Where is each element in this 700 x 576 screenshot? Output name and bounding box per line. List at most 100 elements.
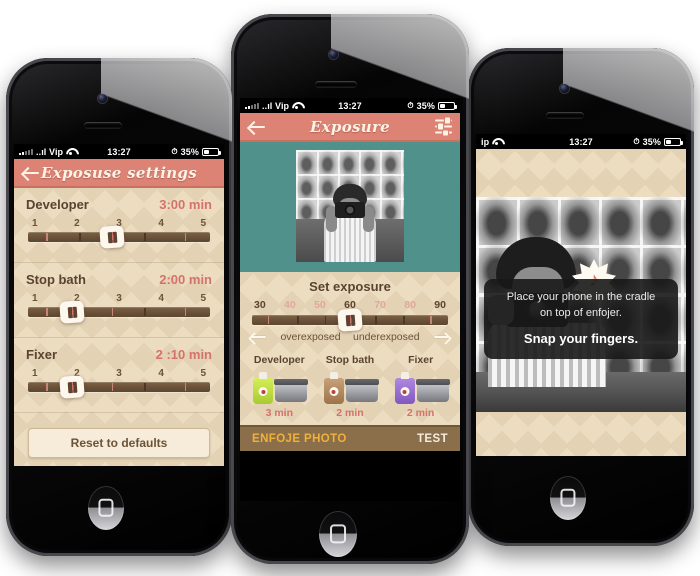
status-bar-left: ip xyxy=(481,137,569,147)
tick-label: 4 xyxy=(158,368,164,379)
exposure-tick: 90 xyxy=(434,299,446,311)
exposure-tick: 70 xyxy=(374,299,386,311)
phone-center-screen: ..ıl Vip 13:27 ⏱ 35% Exposure Set exposu… xyxy=(240,98,460,501)
arrow-right-icon[interactable] xyxy=(432,332,450,342)
setting-ticks: 1 2 3 4 5 xyxy=(32,293,206,304)
back-arrow-icon[interactable] xyxy=(23,166,41,180)
phone-center: ..ıl Vip 13:27 ⏱ 35% Exposure Set exposu… xyxy=(231,14,469,564)
arrow-left-icon[interactable] xyxy=(250,332,268,342)
phone-left-front-camera xyxy=(98,94,107,103)
tick-label: 5 xyxy=(200,368,206,379)
phone-left-home-button[interactable] xyxy=(88,486,124,530)
page-title: Exposure xyxy=(309,117,391,136)
preview-camera xyxy=(335,202,365,218)
status-bar-left: ..ıl Vip xyxy=(245,101,338,111)
phone-right: ip 13:27 ⏱ 35% Place your phone in the c… xyxy=(468,48,694,546)
fixer-bottle-icon xyxy=(391,370,451,404)
fixer-slider-track[interactable] xyxy=(28,375,210,399)
signal-bars-icon xyxy=(19,148,33,155)
setting-label: Fixer xyxy=(26,347,58,362)
set-exposure-card: Set exposure 30 40 50 60 70 80 90 overex… xyxy=(240,272,460,347)
setting-row-developer-head: Developer 3:00 min xyxy=(26,197,212,212)
setting-row-fixer-head: Fixer 2 :10 min xyxy=(26,347,212,362)
setting-row-fixer: Fixer 2 :10 min 1 2 3 4 5 xyxy=(14,338,224,413)
phone-right-screen: ip 13:27 ⏱ 35% Place your phone in the c… xyxy=(476,134,686,456)
tab-test[interactable]: TEST xyxy=(350,427,460,451)
tick-label: 5 xyxy=(200,218,206,229)
signal-bars-icon xyxy=(245,102,259,109)
exposure-slider-track[interactable] xyxy=(252,308,448,332)
tick-label: 2 xyxy=(74,218,80,229)
tick-label: 4 xyxy=(158,293,164,304)
phone-center-power-button[interactable] xyxy=(367,14,393,19)
sliders-icon[interactable] xyxy=(435,117,452,137)
wifi-icon xyxy=(492,138,501,145)
status-bar-right: ⏱ 35% xyxy=(131,146,221,157)
phone-left-power-button[interactable] xyxy=(136,58,160,62)
tick-label: 1 xyxy=(32,368,38,379)
exposure-tick: 80 xyxy=(404,299,416,311)
chemical-fixer[interactable]: Fixer 2 min xyxy=(386,354,456,419)
battery-percent-label: 35% xyxy=(180,146,199,157)
phone-right-earpiece-speaker xyxy=(546,112,584,119)
carrier-label: ip xyxy=(481,136,490,147)
camera-viewfinder[interactable]: ♪ Place your phone in the cradle on top … xyxy=(476,149,686,456)
fixer-tray-icon xyxy=(415,379,450,402)
status-bar: ..ıl Vip 13:27 ⏱ 35% xyxy=(240,98,460,113)
carrier-label: ..ıl Vip xyxy=(262,100,290,111)
battery-icon xyxy=(202,147,221,156)
back-arrow-icon[interactable] xyxy=(249,120,267,134)
setting-value: 2:00 min xyxy=(159,272,212,287)
tab-enfoje-photo[interactable]: ENFOJE PHOTO xyxy=(240,427,350,451)
tick-label: 3 xyxy=(116,293,122,304)
chemical-time: 2 min xyxy=(336,407,364,419)
stop-bath-slider-knob[interactable] xyxy=(58,300,85,324)
stop-bath-slider-track[interactable] xyxy=(28,300,210,324)
chemical-stop-bath[interactable]: Stop bath 2 min xyxy=(315,354,385,419)
developer-bottle-icon xyxy=(249,370,309,404)
battery-icon xyxy=(438,101,457,110)
setting-row-stop-bath-head: Stop bath 2:00 min xyxy=(26,272,212,287)
phone-right-home-button[interactable] xyxy=(550,476,586,520)
reset-to-defaults-button[interactable]: Reset to defaults xyxy=(28,428,210,458)
underexposed-label: underexposed xyxy=(353,331,420,343)
carrier-label: ..ıl Vip xyxy=(36,146,64,157)
center-controls-body: Set exposure 30 40 50 60 70 80 90 overex… xyxy=(240,272,460,425)
status-bar-right: ⏱ 35% xyxy=(593,136,683,147)
alarm-clock-icon: ⏱ xyxy=(407,100,414,110)
fixer-slider-knob[interactable] xyxy=(58,375,85,399)
left-navbar: Exposuse settings xyxy=(14,159,224,188)
screenshot-stage: ..ıl Vip 13:27 ⏱ 35% Exposuse settings D… xyxy=(0,0,700,576)
phone-center-home-button[interactable] xyxy=(319,511,357,557)
exposure-tick: 50 xyxy=(314,299,326,311)
setting-value: 2 :10 min xyxy=(155,347,212,362)
tick-label: 1 xyxy=(32,293,38,304)
tick-label: 5 xyxy=(200,293,206,304)
page-title: Exposuse settings xyxy=(41,163,197,182)
viewfinder-bottom-paper xyxy=(476,412,686,456)
developer-slider-track[interactable] xyxy=(28,225,210,249)
tooltip-line-2: on top of enfojer. xyxy=(540,306,622,319)
chemical-name: Developer xyxy=(253,354,305,366)
left-settings-body: Developer 3:00 min 1 2 3 4 5 Stop bath 2… xyxy=(14,188,224,466)
center-navbar: Exposure xyxy=(240,113,460,142)
chemical-name: Fixer xyxy=(408,354,434,366)
overexposed-label: overexposed xyxy=(280,331,341,343)
alarm-clock-icon: ⏱ xyxy=(633,136,640,146)
phone-right-front-camera xyxy=(560,84,569,93)
photo-preview-frame[interactable] xyxy=(240,142,460,272)
exposure-slider-knob[interactable] xyxy=(337,308,363,332)
phone-left: ..ıl Vip 13:27 ⏱ 35% Exposuse settings D… xyxy=(6,58,232,556)
tick-label: 3 xyxy=(116,368,122,379)
battery-icon xyxy=(664,137,683,146)
alarm-clock-icon: ⏱ xyxy=(171,146,178,156)
phone-left-earpiece-speaker xyxy=(84,122,122,129)
tick-label: 4 xyxy=(158,218,164,229)
setting-ticks: 1 2 3 4 5 xyxy=(32,368,206,379)
developer-slider-knob[interactable] xyxy=(98,225,125,249)
phone-center-earpiece-speaker xyxy=(315,81,357,88)
phone-right-power-button[interactable] xyxy=(598,48,622,52)
chemical-developer[interactable]: Developer 3 min xyxy=(244,354,314,419)
setting-row-developer: Developer 3:00 min 1 2 3 4 5 xyxy=(14,188,224,263)
exposure-tick: 40 xyxy=(284,299,296,311)
